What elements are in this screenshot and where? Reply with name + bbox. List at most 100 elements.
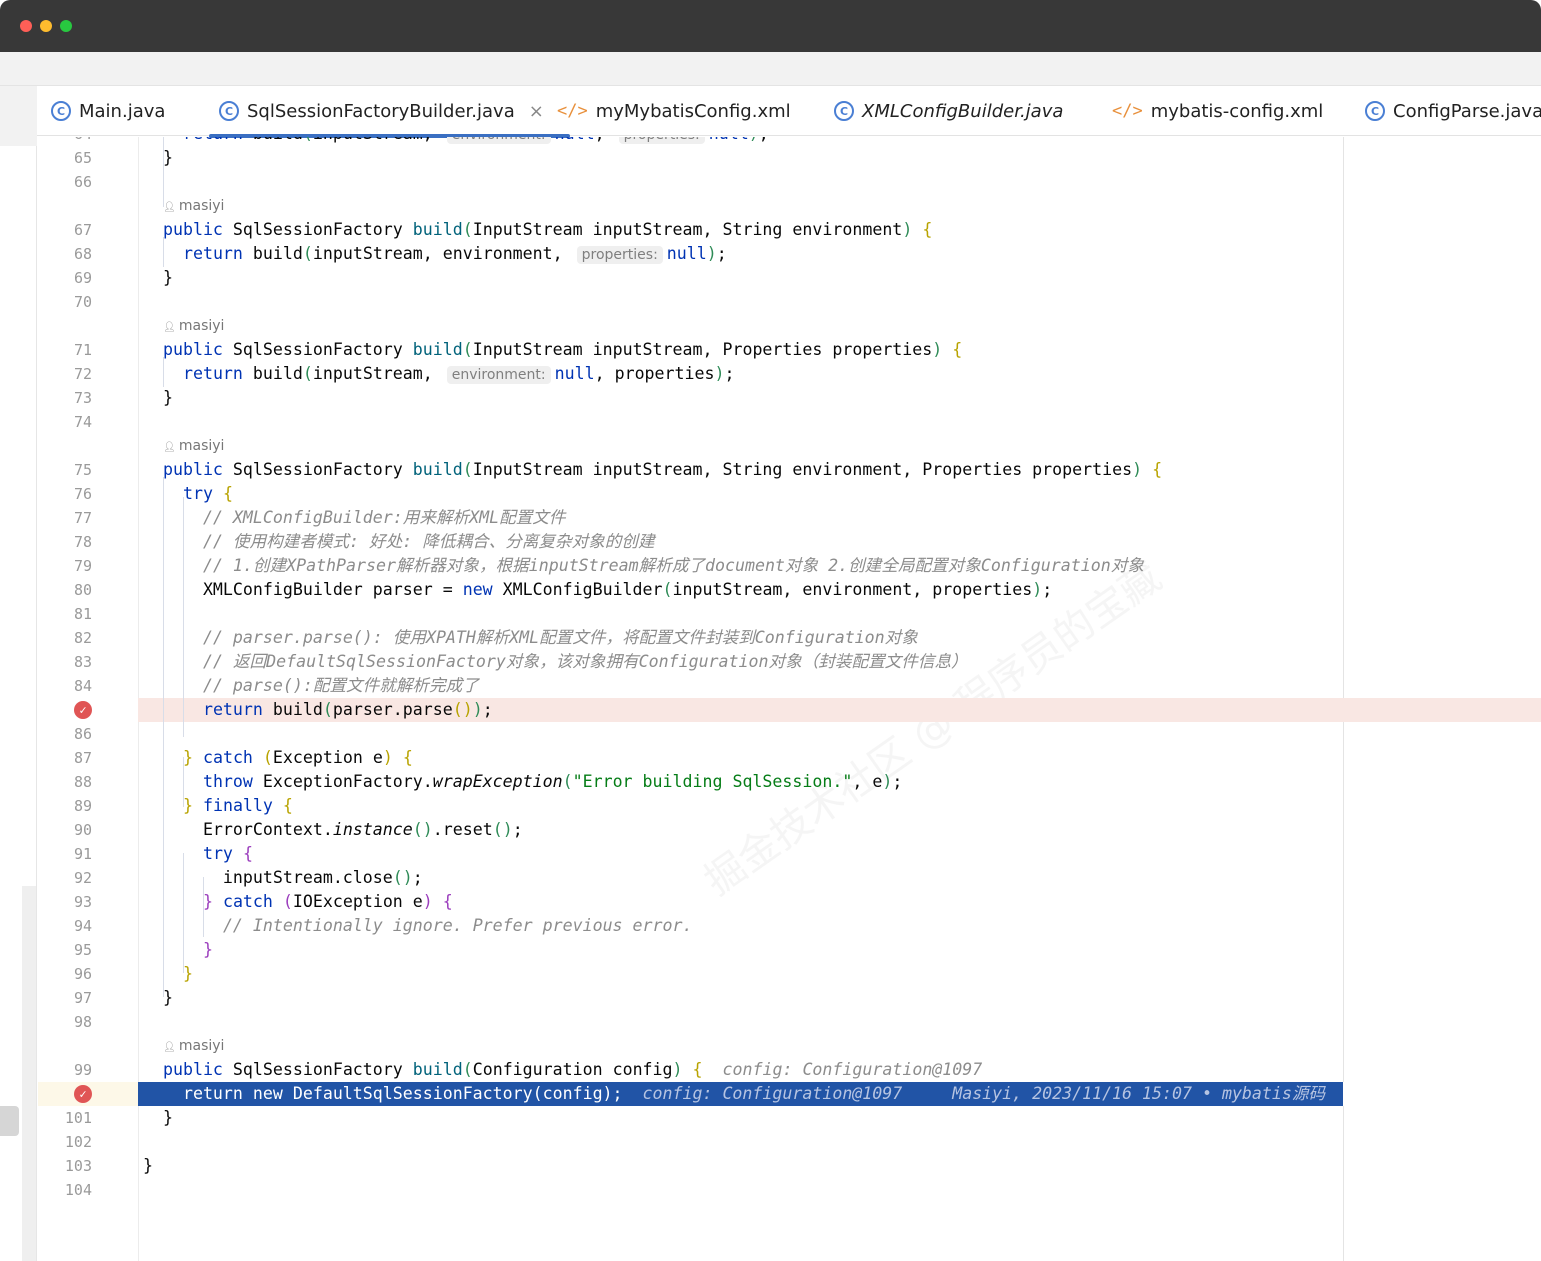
line-number[interactable]: 83 — [38, 650, 92, 674]
line-number[interactable]: 103 — [38, 1154, 92, 1178]
zoom-window-button[interactable] — [60, 20, 72, 32]
breakpoint-icon[interactable]: ✓ — [74, 701, 92, 719]
author-inlay-text: 👤︎ masiyi — [163, 194, 224, 220]
line-number[interactable]: 80 — [38, 578, 92, 602]
line-number[interactable]: 81 — [38, 602, 92, 626]
code-line: 102 — [38, 1130, 1541, 1154]
code-token: } — [182, 748, 193, 767]
code-text: inputStream.close(); — [143, 866, 423, 890]
left-tool-strip — [0, 86, 37, 1261]
line-number[interactable]: 102 — [38, 1130, 92, 1154]
tab-mymybatisconfig-xml[interactable]: </> myMybatisConfig.xml — [557, 86, 791, 136]
line-number[interactable]: 92 — [38, 866, 92, 890]
line-number[interactable]: 91 — [38, 842, 92, 866]
close-tab-icon[interactable]: × — [529, 101, 544, 122]
tab-mybatis-config-xml[interactable]: </> mybatis-config.xml — [1112, 86, 1323, 136]
line-number[interactable]: 94 — [38, 914, 92, 938]
author-inlay[interactable]: 👤︎ masiyi — [38, 194, 1541, 218]
line-number[interactable]: 84 — [38, 674, 92, 698]
code-token: return — [182, 364, 243, 383]
code-token: SqlSessionFactory — [222, 1060, 413, 1079]
parameter-hint: environment: — [446, 137, 551, 144]
code-line: ✓ return new DefaultSqlSessionFactory(co… — [38, 1082, 1541, 1106]
line-number[interactable]: 89 — [38, 794, 92, 818]
line-number[interactable]: 65 — [38, 146, 92, 170]
parameter-hint: properties: — [576, 246, 663, 264]
tab-xmlconfigbuilder-java[interactable]: C XMLConfigBuilder.java — [834, 86, 1063, 136]
line-number[interactable]: 76 — [38, 482, 92, 506]
line-number[interactable]: 71 — [38, 338, 92, 362]
panel-handle[interactable] — [0, 1106, 19, 1136]
code-token: ) — [882, 772, 893, 791]
line-number[interactable]: 69 — [38, 266, 92, 290]
code-line: 76 try { — [38, 482, 1541, 506]
code-line: 70 — [38, 290, 1541, 314]
line-number[interactable]: 68 — [38, 242, 92, 266]
author-inlay[interactable]: 👤︎ masiyi — [38, 434, 1541, 458]
line-number[interactable]: 74 — [38, 410, 92, 434]
code-token: SqlSessionFactory — [222, 460, 413, 479]
author-inlay[interactable]: 👤︎ masiyi — [38, 314, 1541, 338]
line-number[interactable]: 101 — [38, 1106, 92, 1130]
code-line: 86 — [38, 722, 1541, 746]
tab-label: XMLConfigBuilder.java — [862, 100, 1064, 122]
line-number[interactable]: 88 — [38, 770, 92, 794]
code-token: () — [412, 820, 433, 839]
line-number[interactable]: 66 — [38, 170, 92, 194]
line-number[interactable]: 64 — [38, 137, 92, 146]
line-number[interactable]: 78 — [38, 530, 92, 554]
code-token: wrapException — [432, 772, 563, 791]
code-token: ErrorContext. — [143, 820, 333, 839]
close-window-button[interactable] — [20, 20, 32, 32]
code-line: 101 } — [38, 1106, 1541, 1130]
line-number[interactable]: 75 — [38, 458, 92, 482]
code-text: // parser.parse(): 使用XPATH解析XML配置文件，将配置文… — [143, 626, 918, 650]
line-number[interactable]: 104 — [38, 1178, 92, 1202]
tab-configparse-java[interactable]: C ConfigParse.java — [1365, 86, 1541, 136]
debug-value-hint: config: Configuration@1097 — [722, 1060, 983, 1079]
tab-sqlsessionfactorybuilder-java[interactable]: C SqlSessionFactoryBuilder.java × — [209, 86, 570, 138]
code-text: return build(inputStream, environment, p… — [143, 242, 727, 267]
line-number[interactable]: 97 — [38, 986, 92, 1010]
code-token: inputStream, environment, — [312, 244, 573, 263]
breakpoint-icon[interactable]: ✓ — [74, 1085, 92, 1103]
code-line: 93 } catch (IOException e) { — [38, 890, 1541, 914]
line-number[interactable]: 79 — [38, 554, 92, 578]
scrollbar[interactable] — [22, 886, 36, 1261]
code-token: parser.parse — [332, 700, 453, 719]
code-token: ) — [902, 220, 913, 239]
code-token: ( — [302, 244, 313, 263]
tab-main-java[interactable]: C Main.java — [51, 86, 165, 136]
line-number[interactable]: 72 — [38, 362, 92, 386]
minimize-window-button[interactable] — [40, 20, 52, 32]
line-number[interactable]: 90 — [38, 818, 92, 842]
code-token: build — [262, 700, 323, 719]
line-number[interactable]: 82 — [38, 626, 92, 650]
code-token: build — [242, 364, 303, 383]
line-number[interactable]: 93 — [38, 890, 92, 914]
code-token: ) — [1132, 460, 1143, 479]
line-number[interactable]: 86 — [38, 722, 92, 746]
line-number[interactable]: 99 — [38, 1058, 92, 1082]
line-number[interactable]: 87 — [38, 746, 92, 770]
line-number[interactable]: 70 — [38, 290, 92, 314]
indent-guide — [163, 357, 164, 387]
line-number[interactable]: 77 — [38, 506, 92, 530]
code-line: 74 — [38, 410, 1541, 434]
line-number[interactable]: 98 — [38, 1010, 92, 1034]
line-number[interactable]: 95 — [38, 938, 92, 962]
author-inlay[interactable]: 👤︎ masiyi — [38, 1034, 1541, 1058]
code-line: ✓ return build(parser.parse()); — [38, 698, 1541, 722]
code-text: } — [143, 1154, 153, 1178]
tab-label: myMybatisConfig.xml — [595, 100, 791, 122]
code-text: // parse():配置文件就解析完成了 — [143, 674, 479, 698]
line-number[interactable]: 67 — [38, 218, 92, 242]
code-editor[interactable]: 掘金技术社区 @ 程序员的宝藏 64 return build(inputStr… — [38, 137, 1541, 1261]
code-token: { — [402, 748, 413, 767]
line-number[interactable]: 73 — [38, 386, 92, 410]
line-number[interactable]: 96 — [38, 962, 92, 986]
